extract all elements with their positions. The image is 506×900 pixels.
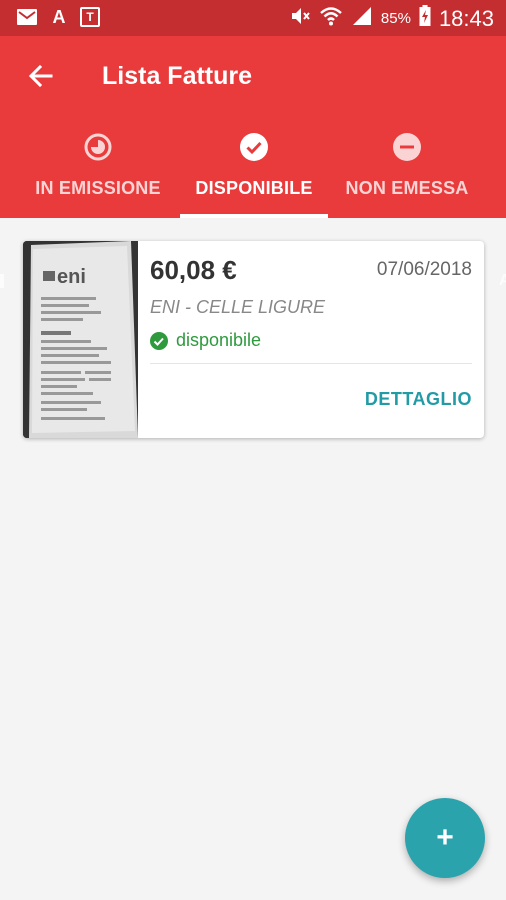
detail-button[interactable]: DETTAGLIO (365, 389, 472, 410)
active-tab-indicator (180, 214, 328, 218)
invoice-merchant: ENI - CELLE LIGURE (150, 297, 326, 317)
invoice-amount: 60,08 € (150, 255, 237, 285)
invoice-date: 07/06/2018 (376, 259, 472, 280)
back-button[interactable] (22, 58, 58, 94)
mail-icon (16, 6, 38, 28)
minus-circle-icon (393, 133, 421, 161)
tab-disponibile[interactable]: DISPONIBILE (180, 122, 328, 218)
tab-label: DISPONIBILE (195, 178, 313, 198)
invoice-status-label: disponibile (176, 330, 262, 350)
check-circle-icon (150, 331, 168, 350)
t-box-icon: T (80, 7, 100, 27)
arrow-left-icon (28, 64, 53, 88)
tab-label: NON EMESSA (345, 178, 469, 198)
battery-percent: 85% (380, 10, 411, 27)
check-circle-icon (240, 133, 268, 161)
tab-scroll-edge-right: A (499, 272, 506, 289)
signal-icon (351, 5, 373, 32)
tab-in-emissione[interactable]: IN EMISSIONE (35, 122, 161, 218)
tab-label: IN EMISSIONE (35, 178, 161, 198)
notification-icons: A T (16, 6, 100, 28)
card-divider (150, 363, 472, 364)
receipt-thumbnail[interactable]: eni (23, 241, 138, 438)
font-a-icon: A (52, 6, 66, 27)
status-bar: A T 85% 18:43 (0, 0, 506, 36)
clock: 18:43 (438, 5, 494, 31)
svg-text:eni: eni (57, 266, 86, 288)
mute-icon (289, 5, 311, 32)
clock-half-icon (84, 133, 112, 161)
plus-icon: + (436, 821, 454, 854)
page-title: Lista Fatture (102, 62, 253, 90)
battery-icon (419, 5, 431, 32)
tab-bar: IN EMISSIONE DISPONIBILE NON EMESSA A (0, 122, 506, 289)
tab-scroll-edge-left (0, 274, 4, 288)
tab-non-emessa[interactable]: NON EMESSA (345, 122, 469, 218)
add-invoice-button[interactable]: + (405, 798, 485, 878)
wifi-icon (319, 5, 343, 32)
invoice-status: disponibile (150, 330, 261, 351)
system-icons: 85% 18:43 (289, 5, 494, 32)
invoice-card[interactable]: eni 60,08 € 07/06/2018 ENI - CELLE LIGUR… (23, 241, 484, 438)
app-bar: Lista Fatture IN EMISSIONE DISPONIBILE N… (0, 36, 506, 289)
